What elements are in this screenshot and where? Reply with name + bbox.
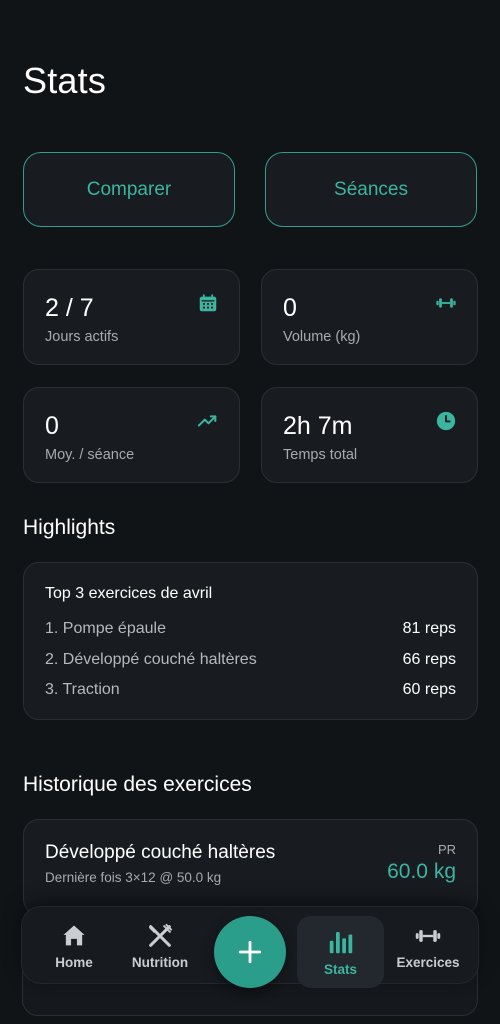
nav-label: Nutrition bbox=[131, 955, 189, 970]
history-title: Historique des exercices bbox=[23, 773, 252, 796]
stat-label: Temps total bbox=[283, 447, 358, 463]
stat-value: 0 bbox=[283, 294, 297, 322]
stat-label: Moy. / séance bbox=[45, 447, 135, 463]
nav-exercises[interactable]: Exercices bbox=[386, 907, 470, 985]
add-button[interactable] bbox=[214, 916, 286, 988]
pr-label: PR bbox=[437, 842, 456, 857]
exercise-reps: 81 reps bbox=[402, 620, 456, 637]
nav-label: Exercices bbox=[396, 955, 460, 970]
stat-value: 2 / 7 bbox=[45, 294, 94, 322]
history-exercise-name: Développé couché haltères bbox=[45, 842, 276, 863]
plus-icon bbox=[238, 940, 262, 964]
stat-label: Volume (kg) bbox=[283, 329, 361, 345]
stat-value: 2h 7m bbox=[283, 412, 353, 440]
home-icon bbox=[63, 925, 85, 946]
stat-card-average: 0 Moy. / séance bbox=[23, 387, 240, 483]
list-item: 3. Traction 60 reps bbox=[45, 679, 456, 701]
stat-card-total-time: 2h 7m Temps total bbox=[261, 387, 478, 483]
nav-label: Stats bbox=[323, 962, 357, 977]
history-last-session: Dernière fois 3×12 @ 50.0 kg bbox=[45, 870, 222, 885]
list-item: 1. Pompe épaule 81 reps bbox=[45, 618, 456, 640]
nav-nutrition[interactable]: Nutrition bbox=[118, 907, 202, 985]
nav-stats[interactable]: Stats bbox=[297, 916, 384, 988]
sessions-button[interactable]: Séances bbox=[265, 152, 477, 227]
page-title: Stats bbox=[23, 60, 107, 101]
stat-card-active-days: 2 / 7 Jours actifs bbox=[23, 269, 240, 365]
exercise-reps: 60 reps bbox=[402, 681, 456, 698]
utensils-icon bbox=[148, 923, 173, 947]
history-item[interactable]: Développé couché haltères Dernière fois … bbox=[23, 819, 478, 915]
highlights-heading: Top 3 exercices de avril bbox=[45, 585, 213, 602]
stat-label: Jours actifs bbox=[45, 329, 119, 345]
trending-up-icon bbox=[197, 415, 217, 427]
highlights-title: Highlights bbox=[23, 516, 116, 539]
exercise-name: 2. Développé couché haltères bbox=[45, 651, 257, 668]
exercise-name: 3. Traction bbox=[45, 681, 120, 698]
nav-label: Home bbox=[55, 955, 93, 970]
clock-icon bbox=[436, 411, 456, 431]
compare-button[interactable]: Comparer bbox=[23, 152, 235, 227]
dumbbell-icon bbox=[436, 298, 456, 308]
stat-card-volume: 0 Volume (kg) bbox=[261, 269, 478, 365]
nav-home[interactable]: Home bbox=[32, 907, 116, 985]
exercise-reps: 66 reps bbox=[402, 651, 456, 668]
bar-chart-icon bbox=[329, 932, 352, 954]
calendar-icon bbox=[199, 294, 217, 312]
highlights-card: Top 3 exercices de avril 1. Pompe épaule… bbox=[23, 562, 478, 720]
pr-value: 60.0 kg bbox=[387, 860, 456, 883]
stat-value: 0 bbox=[45, 412, 59, 440]
dumbbell-icon bbox=[415, 930, 441, 942]
list-item: 2. Développé couché haltères 66 reps bbox=[45, 649, 456, 671]
exercise-name: 1. Pompe épaule bbox=[45, 620, 166, 637]
